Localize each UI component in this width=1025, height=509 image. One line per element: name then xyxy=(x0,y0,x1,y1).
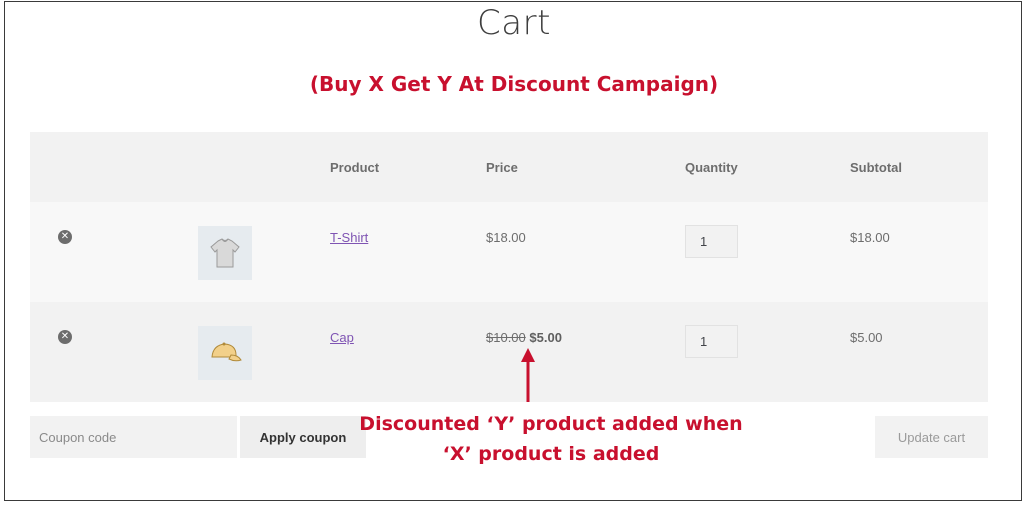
table-row: ✕ Cap $10.00 $5.00 1 $5.00 xyxy=(30,302,988,402)
header-quantity: Quantity xyxy=(685,160,738,175)
product-price: $18.00 xyxy=(486,230,526,245)
product-link-tshirt[interactable]: T-Shirt xyxy=(330,230,368,245)
quantity-input[interactable]: 1 xyxy=(685,325,738,358)
product-price: $10.00 $5.00 xyxy=(486,330,562,345)
campaign-label: (Buy X Get Y At Discount Campaign) xyxy=(309,72,719,96)
cap-icon xyxy=(211,342,242,362)
table-header-row: Product Price Quantity Subtotal xyxy=(30,132,988,202)
apply-coupon-button[interactable]: Apply coupon xyxy=(240,416,366,458)
annotation-callout: Discounted ‘Y’ product added when ‘X’ pr… xyxy=(351,409,751,469)
header-subtotal: Subtotal xyxy=(850,160,902,175)
product-thumbnail[interactable] xyxy=(198,226,252,280)
annotation-line-2: ‘X’ product is added xyxy=(442,443,660,465)
tshirt-icon xyxy=(210,238,240,268)
cart-table: Product Price Quantity Subtotal ✕ T-Shir… xyxy=(30,132,988,402)
remove-item-icon[interactable]: ✕ xyxy=(58,230,72,244)
annotation-line-1: Discounted ‘Y’ product added when xyxy=(359,413,743,435)
coupon-code-input[interactable] xyxy=(30,416,237,458)
table-row: ✕ T-Shirt $18.00 1 $18.00 xyxy=(30,202,988,302)
product-subtotal: $18.00 xyxy=(850,230,890,245)
quantity-input[interactable]: 1 xyxy=(685,225,738,258)
header-price: Price xyxy=(486,160,518,175)
product-subtotal: $5.00 xyxy=(850,330,883,345)
product-name: T-Shirt xyxy=(330,230,368,245)
product-thumbnail[interactable] xyxy=(198,326,252,380)
product-link-cap[interactable]: Cap xyxy=(330,330,354,345)
sale-price: $5.00 xyxy=(529,330,562,345)
header-product: Product xyxy=(330,160,380,175)
annotation-arrow-icon xyxy=(521,348,535,402)
product-name: Cap xyxy=(330,330,354,345)
cart-page: Cart (Buy X Get Y At Discount Campaign) … xyxy=(4,1,1022,501)
original-price: $10.00 xyxy=(486,330,526,345)
remove-item-icon[interactable]: ✕ xyxy=(58,330,72,344)
update-cart-button[interactable]: Update cart xyxy=(875,416,988,458)
page-title: Cart xyxy=(477,3,551,43)
